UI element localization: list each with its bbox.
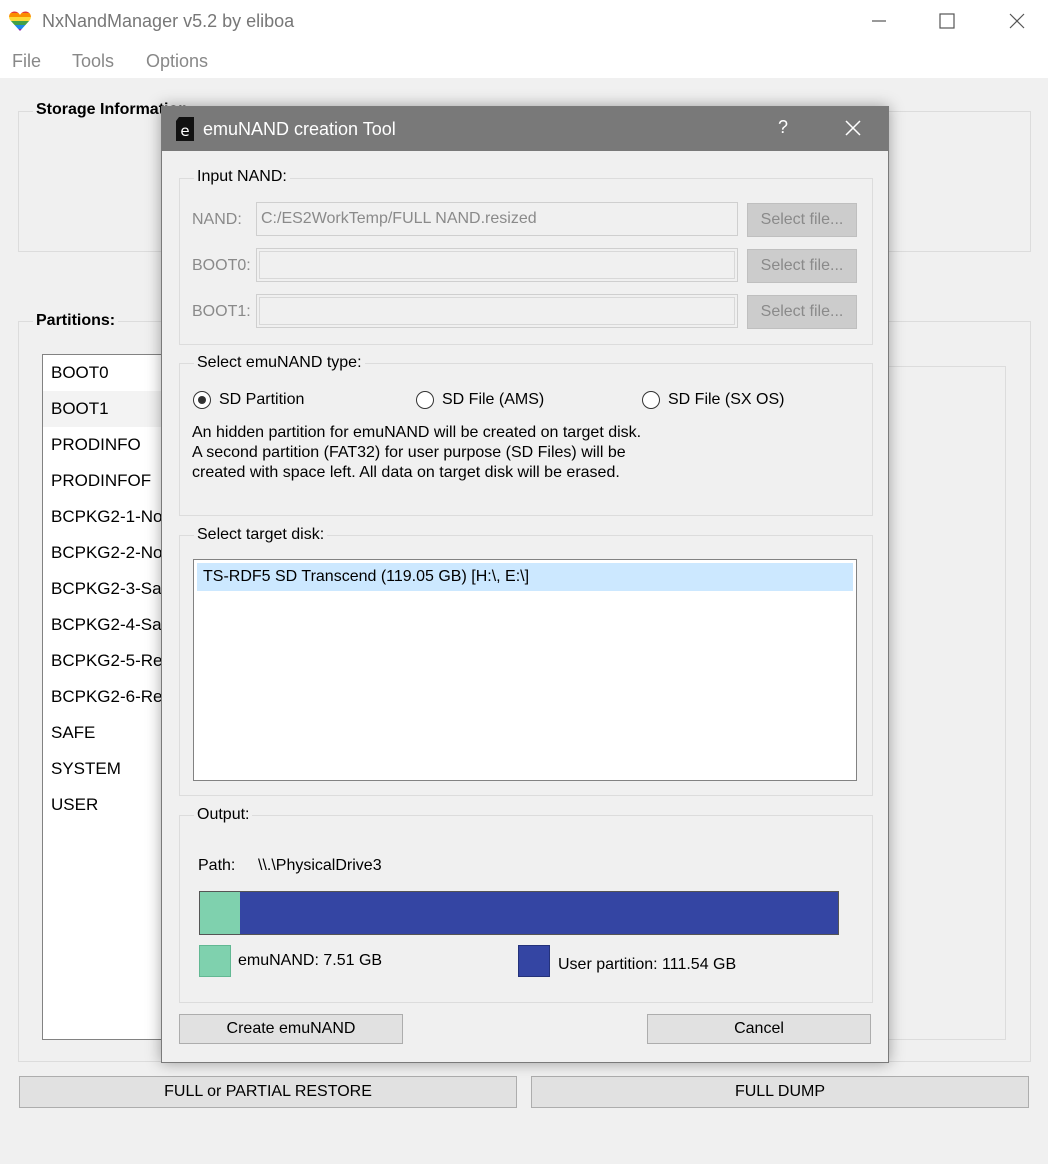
emunand-type-title: Select emuNAND type: [194,354,365,372]
list-item[interactable]: SAFE [43,715,173,751]
boot1-path-field[interactable] [256,294,738,328]
full-partial-restore-button[interactable]: FULL or PARTIAL RESTORE [19,1076,517,1108]
list-item[interactable]: BCPKG2-1-Normal-Main [43,499,173,535]
list-item[interactable]: BCPKG2-3-SafeMode-Main [43,571,173,607]
list-item[interactable]: BCPKG2-6-Repair-Sub [43,679,173,715]
menu-options[interactable]: Options [146,51,208,72]
list-item[interactable]: PRODINFOF [43,463,173,499]
create-emunand-button[interactable]: Create emuNAND [179,1014,403,1044]
full-dump-button[interactable]: FULL DUMP [531,1076,1029,1108]
list-item[interactable]: BCPKG2-2-Normal-Sub [43,535,173,571]
select-nand-button[interactable]: Select file... [747,203,857,237]
dialog-title-bar: e emuNAND creation Tool ? [162,107,888,151]
radio-sd-file-sxos[interactable]: SD File (SX OS) [642,391,784,409]
boot0-path-field[interactable] [256,248,738,282]
emunand-legend-swatch [199,945,231,977]
boot0-label: BOOT0: [192,257,251,274]
menu-bar: File Tools Options [0,42,1048,78]
input-nand-title: Input NAND: [194,168,290,186]
list-item[interactable]: PRODINFO [43,427,173,463]
svg-text:e: e [180,122,189,140]
radio-label: SD Partition [219,391,305,408]
close-icon [845,120,861,136]
user-partition-legend-swatch [518,945,550,977]
help-button[interactable]: ? [766,117,800,141]
target-disk-title: Select target disk: [194,526,328,544]
radio-unselected-icon [416,391,434,409]
description-line: An hidden partition for emuNAND will be … [192,424,642,441]
partition-list[interactable]: BOOT0 BOOT1 PRODINFO PRODINFOF BCPKG2-1-… [42,354,174,1040]
emunand-type-description: An hidden partition for emuNAND will be … [192,423,641,483]
partition-info-panel [880,366,1006,1040]
description-line: A second partition (FAT32) for user purp… [192,444,626,461]
menu-file[interactable]: File [12,51,41,72]
dialog-title: emuNAND creation Tool [203,119,396,139]
select-boot0-button[interactable]: Select file... [747,249,857,283]
radio-label: SD File (SX OS) [668,391,785,408]
maximize-icon[interactable] [924,6,970,36]
output-title: Output: [194,806,253,824]
disk-list-item[interactable]: TS-RDF5 SD Transcend (119.05 GB) [H:\, E… [197,563,853,591]
radio-label: SD File (AMS) [442,391,545,408]
menu-tools[interactable]: Tools [72,51,114,72]
heart-logo-icon [9,11,31,31]
close-icon[interactable] [994,6,1040,36]
list-item[interactable]: BCPKG2-4-SafeMode-Sub [43,607,173,643]
sd-card-icon: e [176,117,194,141]
boot1-label: BOOT1: [192,303,251,320]
radio-selected-icon [193,391,211,409]
description-line: created with space left. All data on tar… [192,464,620,481]
emunand-dialog: e emuNAND creation Tool ? Input NAND: NA… [161,106,889,1063]
select-boot1-button[interactable]: Select file... [747,295,857,329]
nand-label: NAND: [192,211,242,228]
path-label: Path: [198,857,236,874]
emunand-size-label: emuNAND: 7.51 GB [238,952,383,969]
radio-sd-file-ams[interactable]: SD File (AMS) [416,391,544,409]
emunand-segment [200,892,241,934]
user-partition-size-label: User partition: 111.54 GB [558,956,737,973]
list-item[interactable]: BOOT0 [43,355,173,391]
cancel-button[interactable]: Cancel [647,1014,871,1044]
list-item[interactable]: BCPKG2-5-Repair-Main [43,643,173,679]
partitions-title: Partitions: [33,312,119,330]
radio-unselected-icon [642,391,660,409]
target-disk-list[interactable]: TS-RDF5 SD Transcend (119.05 GB) [H:\, E… [193,559,857,781]
list-item[interactable]: USER [43,787,173,823]
radio-sd-partition[interactable]: SD Partition [193,391,304,409]
list-item[interactable]: SYSTEM [43,751,173,787]
window-title: NxNandManager v5.2 by eliboa [42,11,295,31]
title-bar: NxNandManager v5.2 by eliboa [0,0,1048,42]
minimize-icon[interactable] [856,6,902,36]
path-value: \\.\PhysicalDrive3 [258,857,382,874]
partition-size-bar [199,891,839,935]
list-item[interactable]: BOOT1 [43,391,173,427]
dialog-close-button[interactable] [830,115,876,143]
nand-path-field[interactable]: C:/ES2WorkTemp/FULL NAND.resized [256,202,738,236]
